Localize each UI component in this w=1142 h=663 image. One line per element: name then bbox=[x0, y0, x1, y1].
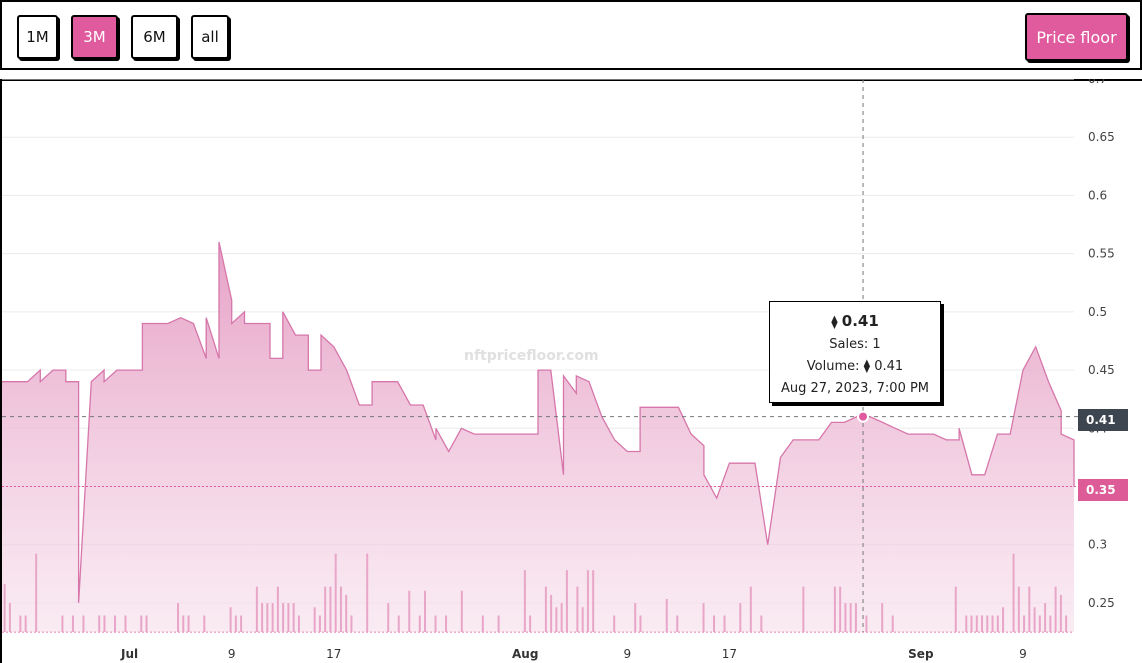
ethereum-icon: ⧫ bbox=[863, 359, 871, 374]
ethereum-icon: ⧫ bbox=[831, 315, 838, 330]
y-tick-label: 0.55 bbox=[1088, 247, 1115, 261]
watermark: nftpricefloor.com bbox=[464, 348, 599, 364]
y-tick-label: 0.3 bbox=[1088, 538, 1107, 552]
tooltip-volume-value: 0.41 bbox=[874, 359, 904, 374]
tooltip-volume-label: Volume: bbox=[806, 359, 860, 374]
x-tick-label: 9 bbox=[624, 647, 632, 661]
price-floor-chart[interactable]: 0.250.30.350.40.450.50.550.60.650.7 Jul9… bbox=[0, 79, 1142, 663]
current-value-badge: 0.35 bbox=[1078, 479, 1128, 501]
price-floor-button[interactable]: Price floor bbox=[1025, 13, 1128, 61]
y-tick-label: 0.25 bbox=[1088, 596, 1115, 610]
x-axis: Jul 9 17 Aug 9 17 Sep 9 bbox=[120, 647, 1027, 661]
tooltip-volume-row: Volume: ⧫ 0.41 bbox=[770, 356, 940, 378]
range-1m-button[interactable]: 1M bbox=[17, 15, 58, 59]
x-tick-label: Jul bbox=[120, 647, 138, 661]
y-tick-label: 0.7 bbox=[1088, 79, 1107, 86]
x-tick-label: Aug bbox=[512, 647, 538, 661]
y-tick-label: 0.6 bbox=[1088, 188, 1107, 202]
y-tick-label: 0.65 bbox=[1088, 130, 1115, 144]
tooltip-price-row: ⧫ 0.41 bbox=[770, 310, 940, 334]
hover-value-badge: 0.41 bbox=[1078, 409, 1128, 431]
tooltip-sales: Sales: 1 bbox=[829, 337, 881, 352]
range-6m-button[interactable]: 6M bbox=[131, 15, 178, 59]
x-tick-label: 17 bbox=[722, 647, 737, 661]
x-tick-label: 17 bbox=[326, 647, 341, 661]
y-tick-label: 0.45 bbox=[1088, 363, 1115, 377]
y-axis: 0.250.30.350.40.450.50.550.60.650.7 bbox=[1088, 79, 1115, 610]
x-tick-label: 9 bbox=[228, 647, 236, 661]
range-3m-button[interactable]: 3M bbox=[71, 15, 118, 59]
y-tick-label: 0.5 bbox=[1088, 305, 1107, 319]
tooltip-price: 0.41 bbox=[841, 312, 879, 330]
x-tick-label: Sep bbox=[908, 647, 934, 661]
tooltip-date: Aug 27, 2023, 7:00 PM bbox=[780, 381, 930, 396]
range-toolbar: 1M 3M 6M all Price floor bbox=[0, 0, 1142, 70]
range-all-button[interactable]: all bbox=[191, 15, 229, 59]
hover-point bbox=[857, 410, 870, 423]
x-tick-label: 9 bbox=[1019, 647, 1027, 661]
price-tooltip: ⧫ 0.41 Sales: 1 Volume: ⧫ 0.41 Aug 27, 2… bbox=[769, 301, 941, 403]
